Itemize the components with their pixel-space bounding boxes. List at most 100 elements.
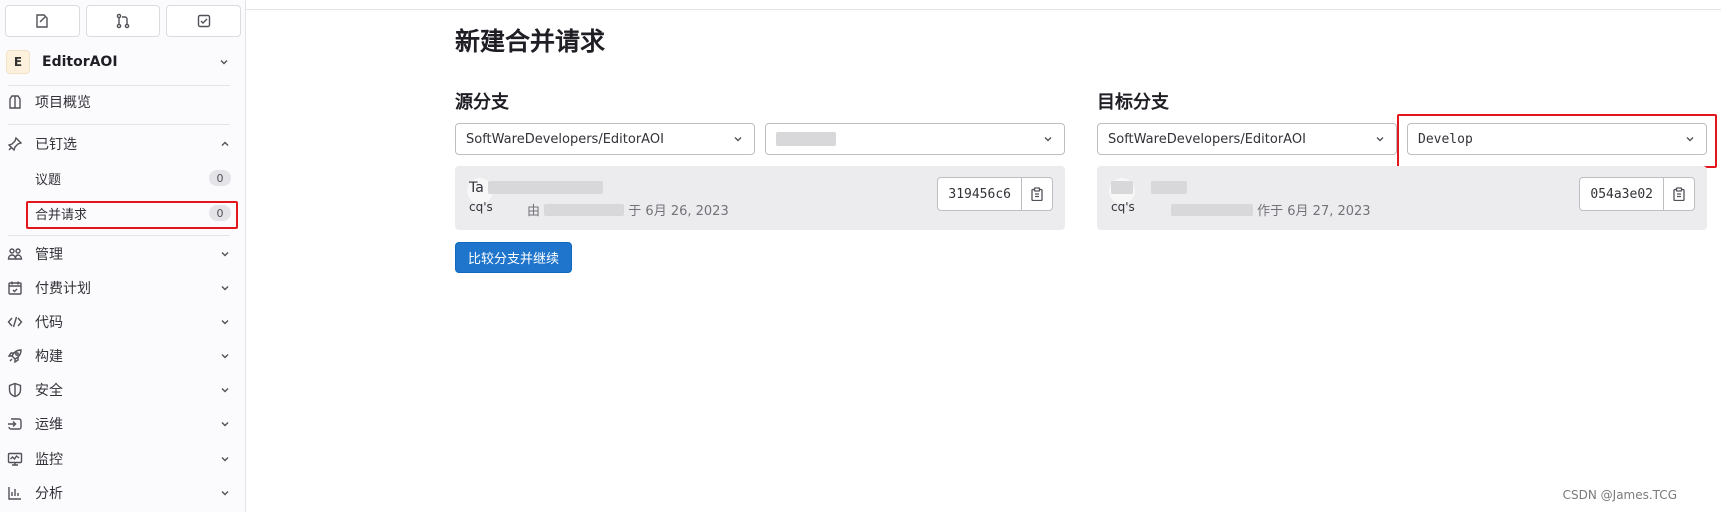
sidebar-item-label: 项目概览 [35,95,91,111]
compare-branches-button[interactable]: 比较分支并继续 [455,242,573,273]
deployments-icon [8,418,22,430]
sidebar-item-monitor[interactable]: 监控 [0,443,245,475]
chevron-down-icon [221,320,229,325]
sidebar-item-label: 安全 [35,383,63,399]
sidebar-item-merge-requests[interactable]: 合并请求 0 [0,199,245,227]
sidebar-item-pinned[interactable]: 已钉选 [0,128,245,160]
redacted-branch-name [776,132,836,146]
commit-title [1111,180,1188,196]
source-commit-box: Ta cq's 由 于 6月 26, 2023 319456c6 [455,166,1065,230]
sidebar-item-label: 合并请求 [35,207,88,223]
sidebar-item-label: 构建 [35,349,63,365]
count-badge: 0 [209,205,231,221]
target-commit-box: cq's 作于 6月 27, 2023 054a3e02 [1097,166,1707,230]
merge-requests-button[interactable] [85,5,161,37]
source-project-select[interactable]: SoftWareDevelopers/EditorAOI [455,123,755,155]
sidebar-item-build[interactable]: 构建 [0,340,245,372]
sidebar-item-label: 付费计划 [35,281,91,297]
count-badge: 0 [209,170,231,186]
chevron-down-icon [221,457,229,462]
source-branch-heading: 源分支 [455,92,509,113]
chevron-down-icon [221,252,229,257]
todos-button[interactable] [166,5,242,37]
chevron-up-icon [221,141,229,146]
rocket-icon [7,349,22,364]
commit-meta-line: 作于 6月 27, 2023 [1171,200,1371,219]
sidebar-divider [8,124,230,125]
commit-sha[interactable]: 054a3e02 [1579,177,1663,211]
redacted-commit-title [1151,181,1188,194]
sidebar-item-manage[interactable]: 管理 [0,238,245,270]
pin-icon [7,136,23,152]
chevron-down-icon [221,354,229,359]
sidebar-item-code[interactable]: 代码 [0,306,245,338]
chevron-down-icon [1686,137,1694,142]
calendar-icon [8,281,22,295]
issues-icon [36,14,49,28]
header-border [246,9,1721,10]
chevron-down-icon [221,422,229,427]
sidebar: E EditorAOI 项目概览 已钉选 议题 0 合并请求 0 管理 付费计划… [0,0,246,512]
merge-request-icon [116,13,130,29]
sidebar-item-label: 代码 [35,315,63,331]
redacted-commit-title [488,181,604,194]
sidebar-item-label: 运维 [35,417,63,433]
redacted-commit-title [1111,181,1133,194]
commit-meta-line: 由 于 6月 26, 2023 [527,200,729,219]
issues-button[interactable] [5,5,80,37]
sidebar-item-label: 分析 [35,486,63,502]
commit-title: Ta [469,180,604,196]
copy-sha-button[interactable] [1663,177,1695,211]
target-branch-value: Develop [1418,131,1473,147]
chevron-down-icon [734,137,742,142]
commit-meta-prefix: 由 [527,204,541,219]
target-project-value: SoftWareDevelopers/EditorAOI [1108,131,1306,147]
commit-title-text: Ta [469,180,484,196]
chevron-down-icon [220,60,228,65]
sidebar-item-analyze[interactable]: 分析 [0,477,245,509]
chevron-down-icon [1376,137,1384,142]
commit-author: cq's [1111,200,1135,214]
chevron-down-icon [221,388,229,393]
chevron-down-icon [221,491,229,496]
commit-date: 于 6月 26, 2023 [628,204,729,219]
chevron-down-icon [221,286,229,291]
project-switcher[interactable]: E EditorAOI [6,48,240,76]
commit-date: 作于 6月 27, 2023 [1257,204,1371,219]
sidebar-item-plan[interactable]: 付费计划 [0,272,245,304]
sidebar-top-buttons [5,5,242,37]
shield-icon [8,382,22,398]
users-icon [7,248,23,260]
sidebar-item-operate[interactable]: 运维 [0,408,245,440]
copy-to-clipboard-icon [1031,187,1043,201]
project-avatar: E [6,50,30,74]
sidebar-item-security[interactable]: 安全 [0,374,245,406]
target-branch-select[interactable]: Develop [1407,123,1707,155]
copy-sha-button[interactable] [1021,177,1053,211]
todo-icon [197,14,210,28]
sidebar-item-label: 已钉选 [35,137,77,153]
redacted-author [544,204,625,216]
code-icon [7,316,23,328]
chevron-down-icon [1044,137,1052,142]
chart-icon [8,487,21,500]
target-project-select[interactable]: SoftWareDevelopers/EditorAOI [1097,123,1397,155]
commit-sha-group: 054a3e02 [1579,177,1695,211]
redacted-author [1171,204,1253,216]
page-title: 新建合并请求 [455,27,606,56]
sidebar-item-label: 议题 [35,172,62,188]
monitor-icon [7,452,23,466]
commit-author: cq's [469,200,493,214]
commit-sha[interactable]: 319456c6 [937,177,1021,211]
sidebar-item-overview[interactable]: 项目概览 [0,86,245,118]
sidebar-item-label: 监控 [35,452,63,468]
commit-sha-group: 319456c6 [937,177,1053,211]
sidebar-divider [8,235,230,236]
copy-to-clipboard-icon [1673,187,1685,201]
sidebar-item-label: 管理 [35,247,63,263]
watermark: CSDN @James.TCG [1562,488,1677,502]
source-branch-select[interactable] [765,123,1065,155]
project-name: EditorAOI [42,54,118,70]
sidebar-item-issues[interactable]: 议题 0 [0,164,245,192]
source-project-value: SoftWareDevelopers/EditorAOI [466,131,664,147]
